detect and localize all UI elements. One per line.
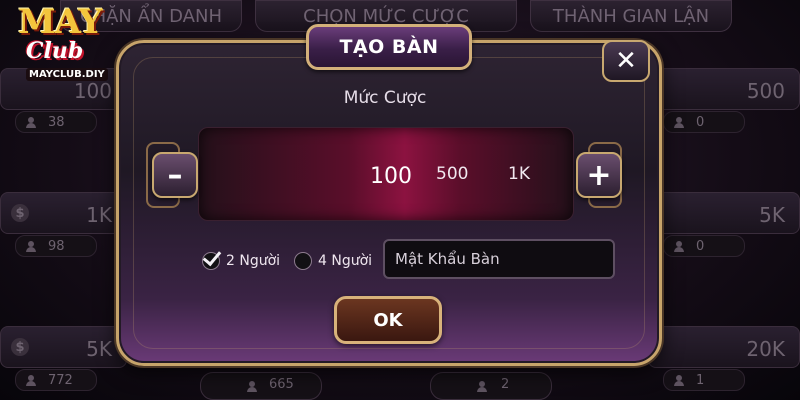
person-icon — [674, 374, 684, 386]
password-placeholder: Mật Khẩu Bàn — [395, 250, 500, 268]
bg-room-amount: 5K — [86, 337, 112, 361]
bg-room-players: 38 — [15, 111, 97, 133]
two-players-option[interactable]: 2 Người — [202, 252, 280, 270]
game-screen: CHẶN ẨN DANH CHỌN MỨC CƯỢC THÀNH GIAN LẬ… — [0, 0, 800, 400]
dollar-icon: $ — [11, 204, 29, 222]
bg-room-card: $ 5K 772 — [0, 326, 127, 391]
bg-room-players: 98 — [15, 235, 97, 257]
two-players-label: 2 Người — [226, 253, 281, 269]
bg-room-player-count: 772 — [48, 372, 73, 388]
bg-room-player-count: 38 — [48, 114, 65, 130]
checkbox-unchecked-icon[interactable] — [294, 252, 312, 270]
close-button[interactable]: ✕ — [602, 40, 650, 82]
decrease-bet-button[interactable]: – — [152, 152, 198, 198]
bg-room-player-count: 665 — [269, 377, 294, 392]
bg-room-players: 0 — [663, 111, 745, 133]
bg-room-card: 5K 0 — [648, 192, 800, 257]
bet-option-500[interactable]: 500 — [436, 164, 468, 184]
bg-room-players: 1 — [663, 369, 745, 391]
bg-room-players: 665 — [200, 372, 322, 400]
bg-room-player-count: 98 — [48, 238, 65, 254]
bg-room-player-count: 0 — [696, 114, 705, 130]
plus-icon: + — [586, 157, 612, 193]
ok-button[interactable]: OK — [334, 296, 442, 344]
increase-bet-button[interactable]: + — [576, 152, 622, 198]
bg-room-amount: 5K — [759, 203, 785, 227]
bg-room-card: 20K 1 — [648, 326, 800, 391]
bet-option-1k[interactable]: 1K — [508, 164, 530, 184]
dialog-title: TẠO BÀN — [306, 24, 472, 70]
ok-label: OK — [373, 309, 403, 331]
bet-option-100[interactable]: 100 — [370, 164, 412, 189]
minus-icon: – — [167, 157, 183, 193]
bg-room-amount: 20K — [746, 337, 785, 361]
table-password-input[interactable]: Mật Khẩu Bàn — [383, 239, 615, 279]
four-players-label: 4 Người — [318, 253, 373, 269]
person-icon — [674, 116, 684, 128]
person-icon — [26, 116, 36, 128]
mayclub-logo: MAY Club MAYCLUB.DIY — [4, 2, 114, 90]
logo-text-club: Club — [26, 38, 84, 64]
logo-text-may: MAY — [18, 2, 103, 42]
dollar-icon: $ — [11, 338, 29, 356]
dialog-title-text: TẠO BÀN — [339, 36, 439, 58]
person-icon — [26, 240, 36, 252]
bg-room-card: $ 1K 98 — [0, 192, 127, 257]
bg-tab-anti-cheat: THÀNH GIAN LẬN — [530, 0, 732, 32]
checkbox-checked-icon[interactable] — [202, 252, 220, 270]
bg-room-amount: 1K — [86, 203, 112, 227]
bet-label: Mức Cược — [343, 88, 427, 108]
bg-room-player-count: 1 — [696, 372, 705, 388]
bg-tab-label: THÀNH GIAN LẬN — [552, 5, 710, 27]
person-icon — [26, 374, 36, 386]
bg-room-player-count: 2 — [501, 377, 510, 392]
bg-room-players: 0 — [663, 235, 745, 257]
bg-room-players: 772 — [15, 369, 97, 391]
close-icon: ✕ — [615, 46, 637, 76]
four-players-option[interactable]: 4 Người — [294, 252, 372, 270]
bg-room-player-count: 0 — [696, 238, 705, 254]
logo-site: MAYCLUB.DIY — [26, 68, 108, 81]
bg-room-players: 2 — [430, 372, 552, 400]
person-icon — [674, 240, 684, 252]
